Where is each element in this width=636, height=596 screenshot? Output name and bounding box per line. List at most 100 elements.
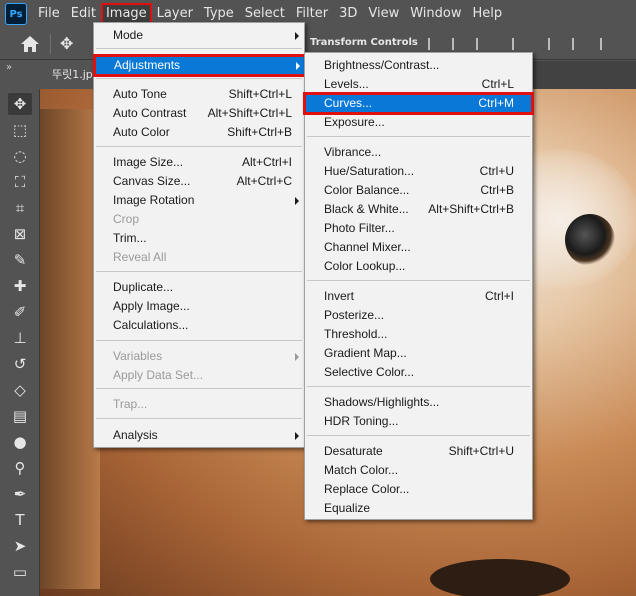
blur-icon[interactable]: ●: [8, 431, 32, 453]
menu-item-analysis[interactable]: Analysis: [94, 426, 304, 445]
menu-item-label: Invert: [324, 289, 355, 303]
align-top-icon[interactable]: [512, 38, 526, 50]
options-divider: [50, 34, 51, 54]
menu-item-auto-color[interactable]: Auto Color Shift+Ctrl+B: [94, 123, 304, 142]
menu-separator: [96, 388, 302, 389]
menu-separator: [307, 435, 530, 436]
submenu-arrow-icon: [295, 353, 299, 361]
distribute-center-icon[interactable]: [572, 38, 586, 50]
menu-item-brightness-contrast[interactable]: Brightness/Contrast...: [305, 56, 532, 75]
menu-image[interactable]: Image: [100, 3, 152, 25]
menu-item-image-size[interactable]: Image Size... Alt+Ctrl+I: [94, 153, 304, 172]
menu-item-canvas-size[interactable]: Canvas Size... Alt+Ctrl+C: [94, 172, 304, 191]
marquee-icon[interactable]: ⬚: [8, 119, 32, 141]
menu-item-apply-image[interactable]: Apply Image...: [94, 297, 304, 316]
frame-icon[interactable]: ⊠: [8, 223, 32, 245]
document-tab[interactable]: 뚜릿1.jpg: [40, 61, 96, 89]
menu-item-image-rotation[interactable]: Image Rotation: [94, 191, 304, 210]
menu-item-label: Color Lookup...: [324, 259, 406, 273]
menu-select[interactable]: Select: [240, 4, 290, 24]
menu-item-invert[interactable]: Invert Ctrl+I: [305, 287, 532, 306]
menu-item-gradient-map[interactable]: Gradient Map...: [305, 344, 532, 363]
menu-item-duplicate[interactable]: Duplicate...: [94, 278, 304, 297]
rectangle-icon[interactable]: ▭: [8, 561, 32, 583]
menu-filter[interactable]: Filter: [291, 4, 333, 24]
menu-separator: [307, 136, 530, 137]
align-left-icon[interactable]: [428, 38, 442, 50]
menu-item-adjustments[interactable]: Adjustments: [93, 54, 307, 77]
menu-item-trim[interactable]: Trim...: [94, 229, 304, 248]
menu-3d[interactable]: 3D: [334, 4, 362, 24]
align-right-icon[interactable]: [476, 38, 490, 50]
distribute-top-icon[interactable]: [548, 38, 562, 50]
submenu-arrow-icon: [296, 62, 300, 70]
menu-separator: [96, 418, 302, 419]
menu-layer[interactable]: Layer: [152, 4, 198, 24]
menu-item-hue-saturation[interactable]: Hue/Saturation... Ctrl+U: [305, 162, 532, 181]
menu-item-mode[interactable]: Mode: [94, 26, 304, 45]
canvas-photo-region: [40, 109, 100, 589]
menu-item-apply-data-set: Apply Data Set...: [94, 366, 304, 385]
pen-icon[interactable]: ✒: [8, 483, 32, 505]
menu-item-exposure[interactable]: Exposure...: [305, 113, 532, 132]
menu-edit[interactable]: Edit: [66, 4, 101, 24]
brush-icon[interactable]: ✐: [8, 301, 32, 323]
transform-controls-label[interactable]: Transform Controls: [310, 37, 418, 48]
menu-item-posterize[interactable]: Posterize...: [305, 306, 532, 325]
menu-item-auto-contrast[interactable]: Auto Contrast Alt+Shift+Ctrl+L: [94, 104, 304, 123]
menu-view[interactable]: View: [363, 4, 404, 24]
menu-item-calculations[interactable]: Calculations...: [94, 316, 304, 335]
menu-item-curves[interactable]: Curves... Ctrl+M: [303, 92, 534, 115]
menu-item-shadows-highlights[interactable]: Shadows/Highlights...: [305, 393, 532, 412]
menu-item-label: Color Balance...: [324, 183, 410, 197]
menu-item-match-color[interactable]: Match Color...: [305, 461, 532, 480]
menu-item-replace-color[interactable]: Replace Color...: [305, 480, 532, 499]
menu-type[interactable]: Type: [199, 4, 239, 24]
menu-item-desaturate[interactable]: Desaturate Shift+Ctrl+U: [305, 442, 532, 461]
menu-item-photo-filter[interactable]: Photo Filter...: [305, 219, 532, 238]
type-icon[interactable]: T: [8, 509, 32, 531]
menu-item-label: Analysis: [113, 428, 158, 442]
eyedropper-icon[interactable]: ✎: [8, 249, 32, 271]
dodge-icon[interactable]: ⚲: [8, 457, 32, 479]
menu-item-shortcut: Ctrl+L: [481, 77, 514, 91]
menu-item-auto-tone[interactable]: Auto Tone Shift+Ctrl+L: [94, 85, 304, 104]
panel-collapse-icon[interactable]: »: [6, 62, 12, 73]
distribute-bottom-icon[interactable]: [600, 38, 614, 50]
menu-item-hdr-toning[interactable]: HDR Toning...: [305, 412, 532, 431]
menu-item-label: Brightness/Contrast...: [324, 58, 440, 72]
menu-item-color-lookup[interactable]: Color Lookup...: [305, 257, 532, 276]
menu-file[interactable]: File: [33, 4, 65, 24]
menu-item-vibrance[interactable]: Vibrance...: [305, 143, 532, 162]
tools-panel: ✥ ⬚ ◌ ⛶ ⌗ ⊠ ✎ ✚ ✐ ⊥ ↺ ◇ ▤ ● ⚲ ✒ T ➤ ▭: [0, 89, 40, 596]
move-icon[interactable]: ✥: [8, 93, 32, 115]
gradient-icon[interactable]: ▤: [8, 405, 32, 427]
path-select-icon[interactable]: ➤: [8, 535, 32, 557]
move-tool-preset-icon[interactable]: ✥: [60, 34, 73, 53]
menu-item-shortcut: Alt+Shift+Ctrl+B: [428, 202, 514, 216]
menu-item-trap: Trap...: [94, 395, 304, 414]
menu-window[interactable]: Window: [405, 4, 466, 24]
menu-item-channel-mixer[interactable]: Channel Mixer...: [305, 238, 532, 257]
menu-item-label: Photo Filter...: [324, 221, 395, 235]
crop-icon[interactable]: ⌗: [8, 197, 32, 219]
lasso-icon[interactable]: ◌: [8, 145, 32, 167]
quick-select-icon[interactable]: ⛶: [8, 171, 32, 193]
menu-item-threshold[interactable]: Threshold...: [305, 325, 532, 344]
eraser-icon[interactable]: ◇: [8, 379, 32, 401]
menu-item-black-white[interactable]: Black & White... Alt+Shift+Ctrl+B: [305, 200, 532, 219]
home-icon[interactable]: [20, 35, 40, 53]
menu-help[interactable]: Help: [468, 4, 508, 24]
menu-item-selective-color[interactable]: Selective Color...: [305, 363, 532, 382]
history-brush-icon[interactable]: ↺: [8, 353, 32, 375]
align-center-icon[interactable]: [452, 38, 466, 50]
healing-icon[interactable]: ✚: [8, 275, 32, 297]
menu-item-color-balance[interactable]: Color Balance... Ctrl+B: [305, 181, 532, 200]
menu-item-reveal-all: Reveal All: [94, 248, 304, 267]
menu-item-label: Replace Color...: [324, 482, 410, 496]
menu-item-label: Auto Contrast: [113, 106, 187, 120]
menu-item-equalize[interactable]: Equalize: [305, 499, 532, 518]
stamp-icon[interactable]: ⊥: [8, 327, 32, 349]
menu-item-label: Variables: [113, 349, 163, 363]
menu-item-levels[interactable]: Levels... Ctrl+L: [305, 75, 532, 94]
